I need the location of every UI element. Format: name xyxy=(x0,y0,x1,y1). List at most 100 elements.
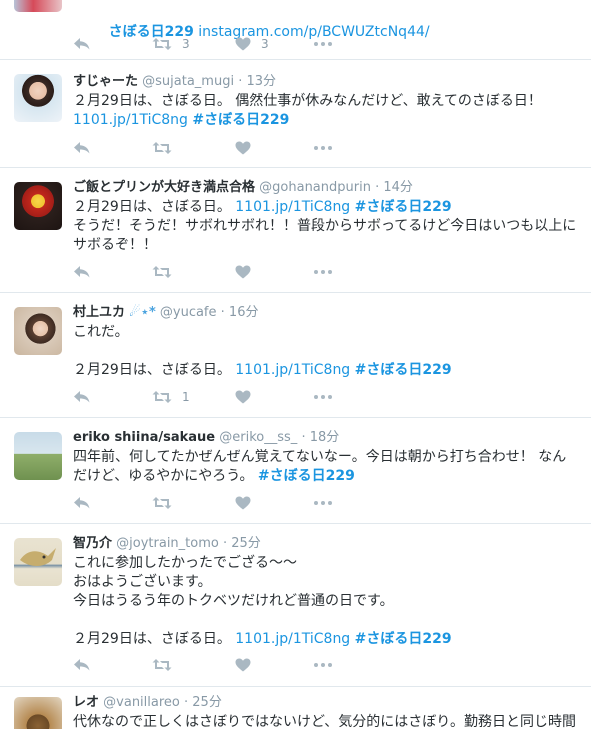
hashtag-link[interactable]: #さぼる日229 xyxy=(192,112,289,128)
hashtag-link[interactable]: #さぼる日229 xyxy=(355,362,452,378)
avatar[interactable] xyxy=(14,697,62,729)
external-link[interactable]: instagram.com/p/BCWUZtcNq44/ xyxy=(198,24,429,40)
external-link[interactable]: 1101.jp/1TiC8ng xyxy=(235,631,350,647)
heart-icon xyxy=(235,390,251,404)
more-button[interactable] xyxy=(314,395,332,399)
avatar[interactable] xyxy=(14,307,62,355)
retweet-button[interactable] xyxy=(152,265,182,279)
retweet-button[interactable] xyxy=(152,658,182,672)
reply-button[interactable] xyxy=(73,265,91,279)
reply-button[interactable] xyxy=(73,658,91,672)
user-handle[interactable]: @yucafe xyxy=(160,305,217,320)
tweet-header: 村上ユカ ☄⋆* @yucafe · 16分 xyxy=(73,303,581,323)
tweet[interactable]: すじゃーた @sujata_mugi · 13分 ２月29日は、さぼる日。 偶然… xyxy=(0,60,591,168)
display-name[interactable]: レオ xyxy=(73,695,99,710)
tweet-text: 代休なので正しくはさぼりではないけど、気分的にはさぼり。勤務日と同じ時間 xyxy=(73,714,577,729)
retweet-count: 3 xyxy=(182,37,190,51)
heart-icon xyxy=(235,37,251,51)
reply-icon xyxy=(74,38,90,50)
more-icon xyxy=(314,270,332,274)
like-button[interactable] xyxy=(235,141,261,155)
heart-icon xyxy=(235,141,251,155)
bird-illustration xyxy=(20,548,56,566)
display-name[interactable]: 智乃介 xyxy=(73,536,112,551)
more-button[interactable] xyxy=(314,42,332,46)
retweet-icon xyxy=(152,497,172,509)
avatar[interactable] xyxy=(14,182,62,230)
like-button[interactable] xyxy=(235,265,261,279)
like-count: 3 xyxy=(261,37,269,51)
tweet[interactable]: さぼる日229 instagram.com/p/BCWUZtcNq44/ 3 3 xyxy=(0,0,591,60)
more-button[interactable] xyxy=(314,501,332,505)
external-link[interactable]: 1101.jp/1TiC8ng xyxy=(235,362,350,378)
timestamp[interactable]: · 18分 xyxy=(301,430,339,445)
reply-icon xyxy=(74,266,90,278)
hashtag-link[interactable]: #さぼる日229 xyxy=(258,468,355,484)
user-handle[interactable]: @joytrain_tomo xyxy=(116,536,219,551)
avatar[interactable] xyxy=(14,0,62,12)
like-button[interactable]: 3 xyxy=(235,37,269,51)
reply-button[interactable] xyxy=(73,37,91,51)
reply-button[interactable] xyxy=(73,496,91,510)
reply-button[interactable] xyxy=(73,390,91,404)
heart-icon xyxy=(235,265,251,279)
like-button[interactable] xyxy=(235,496,261,510)
avatar[interactable] xyxy=(14,432,62,480)
tweet-text: ２月29日は、さぼる日。 偶然仕事が休みなんだけど、敢えてのさぼる日！ 1101… xyxy=(73,93,542,128)
timestamp[interactable]: · 14分 xyxy=(375,180,413,195)
tweet-text: これに参加したかったでござる〜〜 おはようございます。 今日はうるう年のトクベツ… xyxy=(73,555,452,647)
avatar[interactable] xyxy=(14,538,62,586)
display-name[interactable]: 村上ユカ xyxy=(73,305,125,320)
tweet-text: 四年前、何してたかぜんぜん覚えてないなー。今日は朝から打ち合わせ！ なん だけど… xyxy=(73,449,567,484)
retweet-icon xyxy=(152,391,172,403)
like-button[interactable] xyxy=(235,658,261,672)
timestamp[interactable]: · 16分 xyxy=(221,305,259,320)
retweet-icon xyxy=(152,38,172,50)
tweet-header: レオ @vanillareo · 25分 xyxy=(73,693,581,713)
name-emoji: ☄⋆* xyxy=(129,305,156,320)
reply-icon xyxy=(74,391,90,403)
retweet-button[interactable]: 3 xyxy=(152,37,190,51)
retweet-icon xyxy=(152,266,172,278)
more-button[interactable] xyxy=(314,663,332,667)
reply-button[interactable] xyxy=(73,141,91,155)
avatar[interactable] xyxy=(14,74,62,122)
tweet[interactable]: 村上ユカ ☄⋆* @yucafe · 16分 これだ。 ２月29日は、さぼる日。… xyxy=(0,293,591,418)
timestamp[interactable]: · 25分 xyxy=(223,536,261,551)
user-handle[interactable]: @vanillareo xyxy=(103,695,180,710)
hashtag-link[interactable]: #さぼる日229 xyxy=(355,199,452,215)
tweet-text: ２月29日は、さぼる日。 1101.jp/1TiC8ng #さぼる日229 そう… xyxy=(73,199,577,253)
retweet-button[interactable]: 1 xyxy=(152,390,190,404)
retweet-icon xyxy=(152,142,172,154)
user-handle[interactable]: @gohanandpurin xyxy=(259,180,371,195)
retweet-button[interactable] xyxy=(152,496,182,510)
retweet-count: 1 xyxy=(182,390,190,404)
tweet[interactable]: レオ @vanillareo · 25分 代休なので正しくはさぼりではないけど、… xyxy=(0,687,591,729)
display-name[interactable]: eriko shiina/sakaue xyxy=(73,430,215,445)
more-icon xyxy=(314,501,332,505)
more-icon xyxy=(314,395,332,399)
external-link[interactable]: 1101.jp/1TiC8ng xyxy=(235,199,350,215)
timestamp[interactable]: · 25分 xyxy=(184,695,222,710)
tweet[interactable]: ご飯とプリンが大好き満点合格 @gohanandpurin · 14分 ２月29… xyxy=(0,168,591,293)
retweet-button[interactable] xyxy=(152,141,182,155)
more-icon xyxy=(314,663,332,667)
hashtag-link[interactable]: #さぼる日229 xyxy=(355,631,452,647)
reply-icon xyxy=(74,659,90,671)
more-button[interactable] xyxy=(314,270,332,274)
tweet[interactable]: eriko shiina/sakaue @eriko__ss_ · 18分 四年… xyxy=(0,418,591,524)
tweet-header: eriko shiina/sakaue @eriko__ss_ · 18分 xyxy=(73,428,581,448)
user-handle[interactable]: @sujata_mugi xyxy=(142,74,234,89)
timestamp[interactable]: · 13分 xyxy=(238,74,276,89)
display-name[interactable]: すじゃーた xyxy=(73,74,138,89)
heart-icon xyxy=(235,658,251,672)
user-handle[interactable]: @eriko__ss_ xyxy=(219,430,297,445)
reply-icon xyxy=(74,497,90,509)
tweet[interactable]: 智乃介 @joytrain_tomo · 25分 これに参加したかったでござる〜… xyxy=(0,524,591,687)
more-icon xyxy=(314,146,332,150)
like-button[interactable] xyxy=(235,390,261,404)
external-link[interactable]: 1101.jp/1TiC8ng xyxy=(73,112,188,128)
more-button[interactable] xyxy=(314,146,332,150)
display-name[interactable]: ご飯とプリンが大好き満点合格 xyxy=(73,180,255,195)
heart-icon xyxy=(235,496,251,510)
